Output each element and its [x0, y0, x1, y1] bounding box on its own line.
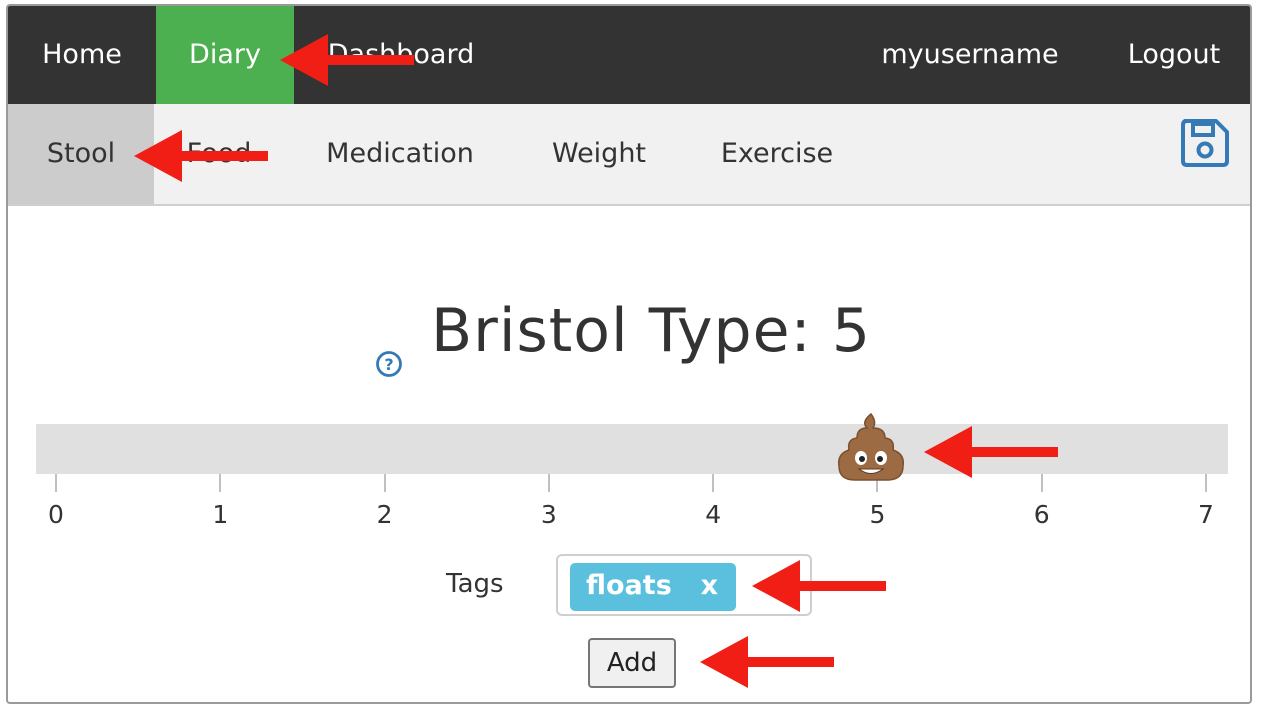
- tags-label: Tags: [446, 569, 504, 599]
- slider-tick-label: 6: [1033, 500, 1050, 529]
- tab-medication[interactable]: Medication: [284, 104, 516, 204]
- slider-tick: [383, 474, 386, 492]
- question-circle-icon[interactable]: ?: [375, 350, 403, 378]
- tag-label: floats: [586, 570, 672, 601]
- bristol-slider-track[interactable]: [36, 424, 1228, 474]
- floppy-disk-icon[interactable]: [1180, 118, 1230, 168]
- slider-thumb-graphic: [838, 412, 905, 481]
- tab-stool[interactable]: Stool: [8, 104, 154, 204]
- nav-dashboard[interactable]: Dashboard: [294, 6, 508, 104]
- tab-food[interactable]: Food: [154, 104, 284, 204]
- bristol-title: Bristol Type: 5: [8, 296, 1250, 366]
- nav-username[interactable]: myusername: [846, 6, 1094, 104]
- app-window: Home Diary Dashboard myusername Logout S…: [6, 4, 1252, 704]
- annotation-arrow-add: [700, 636, 834, 688]
- nav-logout[interactable]: Logout: [1094, 6, 1250, 104]
- tag-floats: floats x: [570, 563, 736, 611]
- slider-tick: [55, 474, 57, 492]
- slider-tick-label: 5: [869, 500, 886, 529]
- tab-exercise[interactable]: Exercise: [682, 104, 872, 204]
- slider-tick-label: 1: [212, 500, 229, 529]
- slider-tick-label: 0: [48, 500, 64, 529]
- slider-tick-label: 4: [705, 500, 722, 529]
- add-button[interactable]: Add: [588, 638, 676, 688]
- sub-nav: Stool Food Medication Weight Exercise: [8, 104, 1250, 206]
- slider-tick-label: 2: [376, 500, 393, 529]
- slider-tick: [547, 474, 550, 492]
- slider-tick-label: 7: [1198, 500, 1214, 529]
- nav-home[interactable]: Home: [8, 6, 156, 104]
- slider-tick-label: 3: [540, 500, 557, 529]
- nav-diary[interactable]: Diary: [156, 6, 294, 104]
- tag-remove-button[interactable]: x: [701, 563, 718, 609]
- tab-weight[interactable]: Weight: [516, 104, 682, 204]
- slider-tick: [1040, 474, 1043, 492]
- svg-text:?: ?: [384, 355, 393, 374]
- tags-input[interactable]: floats x: [556, 554, 812, 616]
- slider-tick: [219, 474, 222, 492]
- poop-emoji-icon[interactable]: [831, 408, 911, 488]
- bristol-title-text: Bristol Type: 5: [430, 296, 871, 366]
- slider-tick: [712, 474, 715, 492]
- top-nav: Home Diary Dashboard myusername Logout: [8, 6, 1250, 104]
- slider-tick: [1205, 474, 1207, 492]
